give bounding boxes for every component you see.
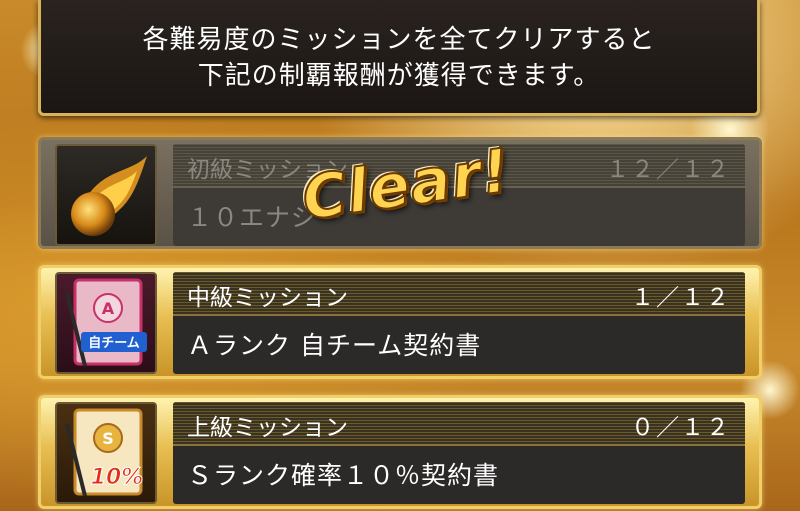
mission-progress: １２／１２: [606, 157, 731, 183]
flame-ball-icon: [55, 144, 157, 246]
mission-title: 中級ミッション: [187, 285, 348, 311]
svg-text:S: S: [102, 429, 114, 448]
mission-reward: Ａランク 自チーム契約書: [187, 331, 482, 360]
icon-label: 自チーム: [88, 335, 140, 351]
mission-progress: ０／１２: [631, 415, 731, 441]
mission-progress: １／１２: [631, 285, 731, 311]
mission-panel: 中級ミッション １／１２ Ａランク 自チーム契約書: [173, 272, 745, 374]
mission-info-header: 各難易度のミッションを全てクリアすると 下記の制覇報酬が獲得できます。: [38, 0, 760, 116]
mission-panel: 上級ミッション ０／１２ Ｓランク確率１０％契約書: [173, 402, 745, 504]
icon-label: 10%: [91, 465, 144, 490]
header-line-2: 下記の制覇報酬が獲得できます。: [197, 61, 601, 91]
svg-text:A: A: [102, 299, 115, 318]
s-rank-contract-icon: S 10%: [55, 402, 157, 504]
mission-title: 上級ミッション: [187, 415, 348, 441]
header-line-1: 各難易度のミッションを全てクリアすると: [142, 25, 656, 55]
a-rank-contract-icon: A 自チーム: [55, 272, 157, 374]
mission-reward: Ｓランク確率１０％契約書: [187, 461, 500, 490]
mission-row-advanced[interactable]: S 10% 上級ミッション ０／１２ Ｓランク確率１０％契約書: [38, 395, 762, 509]
mission-row-intermediate[interactable]: A 自チーム 中級ミッション １／１２ Ａランク 自チーム契約書: [38, 265, 762, 379]
